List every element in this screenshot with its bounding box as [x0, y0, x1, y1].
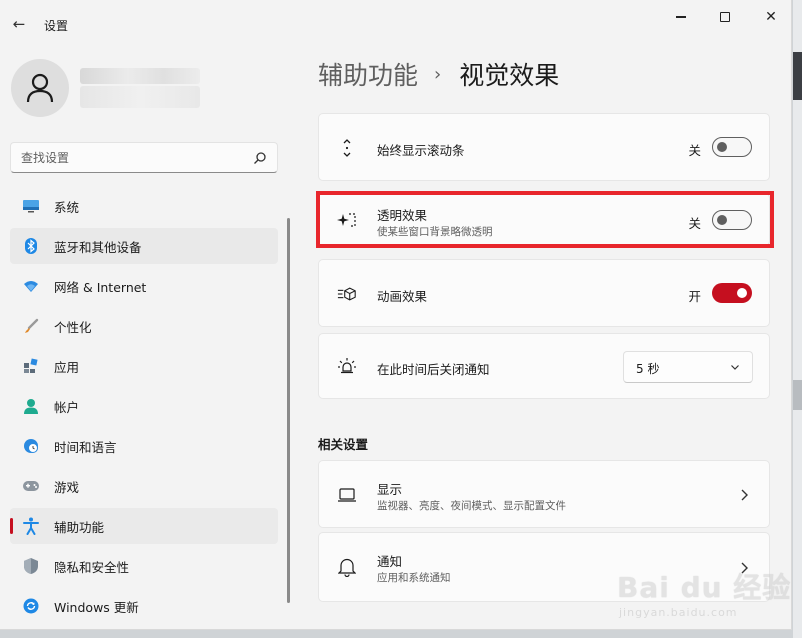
sidebar-item-label: 隐私和安全性	[54, 559, 130, 575]
sidebar-item-label: 个性化	[54, 319, 92, 335]
setting-scrollbars-card: 始终显示滚动条 关	[318, 113, 770, 181]
setting-title: 通知	[377, 554, 403, 569]
avatar[interactable]	[11, 59, 69, 117]
gamepad-icon	[22, 477, 40, 495]
sidebar-item-accessibility[interactable]: 辅助功能	[10, 508, 278, 544]
minimize-icon	[676, 16, 686, 18]
setting-title: 显示	[377, 482, 403, 497]
sidebar-scrollbar[interactable]	[287, 218, 290, 603]
apps-icon	[22, 357, 40, 375]
app-title: 设置	[44, 19, 69, 33]
sidebar-item-label: 游戏	[54, 479, 80, 495]
accessibility-icon	[22, 517, 40, 535]
setting-title: 始终显示滚动条	[377, 143, 465, 158]
chevron-right-icon	[741, 489, 748, 501]
maximize-icon	[720, 12, 730, 22]
monitor-icon	[22, 197, 40, 215]
sidebar-item-label: 网络 & Internet	[54, 279, 147, 295]
watermark-url: jingyan.baidu.com	[619, 606, 738, 619]
sidebar-nav: 系统 蓝牙和其他设备 网络 & Internet 个性化 应用 帐户 时间和语言…	[10, 188, 278, 628]
background-strip-dark	[793, 52, 802, 100]
sidebar-item-bluetooth[interactable]: 蓝牙和其他设备	[10, 228, 278, 264]
setting-animation-card: 动画效果 开	[318, 259, 770, 327]
dismiss-time-dropdown[interactable]: 5 秒	[623, 351, 753, 383]
maximize-button[interactable]	[702, 6, 748, 28]
related-display-card[interactable]: 显示 监视器、亮度、夜间模式、显示配置文件	[318, 460, 770, 528]
setting-dismiss-notifications-card: 在此时间后关闭通知 5 秒	[318, 333, 770, 399]
sidebar-item-label: 帐户	[54, 399, 80, 415]
page-title: 视觉效果	[459, 61, 560, 90]
sidebar-item-label: 蓝牙和其他设备	[54, 239, 142, 255]
toggle-knob	[737, 288, 747, 298]
sidebar-item-accounts[interactable]: 帐户	[10, 388, 278, 424]
wifi-icon	[22, 277, 40, 295]
background-strip-light	[793, 380, 802, 410]
scroll-arrows-icon	[337, 138, 357, 158]
account-name-redacted	[80, 68, 200, 84]
watermark-logo-text: Bai du 经验	[617, 571, 792, 604]
sidebar-item-windows-update[interactable]: Windows 更新	[10, 588, 278, 624]
shield-icon	[22, 557, 40, 575]
sidebar-item-label: 系统	[54, 199, 80, 215]
close-button[interactable]: ✕	[748, 6, 791, 28]
setting-title: 动画效果	[377, 289, 428, 304]
back-arrow-icon: ←	[12, 15, 26, 33]
breadcrumb: 辅助功能 › 视觉效果	[318, 56, 559, 92]
update-icon	[22, 597, 40, 615]
breadcrumb-parent[interactable]: 辅助功能	[318, 56, 418, 92]
sidebar-item-personalization[interactable]: 个性化	[10, 308, 278, 344]
settings-window: ← 设置 ✕ 系统 蓝牙和其他设备	[0, 0, 792, 630]
account-email-redacted	[80, 86, 200, 108]
toggle-state-label: 开	[688, 289, 701, 304]
chevron-down-icon	[731, 365, 739, 370]
minimize-button[interactable]	[658, 6, 704, 28]
background-window-strip	[793, 0, 802, 638]
sidebar-item-network[interactable]: 网络 & Internet	[10, 268, 278, 304]
search-icon[interactable]	[253, 151, 267, 165]
animation-toggle[interactable]	[712, 283, 752, 303]
related-settings-heading: 相关设置	[318, 437, 369, 452]
sidebar-item-gaming[interactable]: 游戏	[10, 468, 278, 504]
dropdown-value: 5 秒	[636, 362, 660, 376]
animation-icon	[337, 284, 357, 304]
sidebar-item-apps[interactable]: 应用	[10, 348, 278, 384]
sidebar-item-label: Windows 更新	[54, 599, 139, 615]
toggle-state-label: 关	[688, 143, 701, 158]
person-icon	[26, 73, 54, 103]
person-icon	[22, 397, 40, 415]
selection-indicator	[10, 518, 13, 534]
sidebar-item-system[interactable]: 系统	[10, 188, 278, 224]
scrollbars-toggle[interactable]	[712, 137, 752, 157]
toggle-knob	[717, 142, 727, 152]
back-button[interactable]: ←	[10, 15, 28, 33]
setting-title: 在此时间后关闭通知	[377, 362, 490, 377]
setting-subtitle: 监视器、亮度、夜间模式、显示配置文件	[377, 500, 566, 512]
bell-icon	[337, 557, 357, 577]
sidebar-item-time-language[interactable]: 时间和语言	[10, 428, 278, 464]
brush-icon	[22, 317, 40, 335]
highlight-box	[316, 191, 774, 248]
globe-clock-icon	[22, 437, 40, 455]
close-icon: ✕	[765, 9, 777, 25]
sidebar-item-label: 辅助功能	[54, 519, 105, 535]
search-input[interactable]	[21, 149, 241, 167]
bluetooth-icon	[22, 237, 40, 255]
search-box[interactable]	[10, 142, 278, 173]
sidebar-item-label: 时间和语言	[54, 439, 117, 455]
timer-bell-icon	[337, 357, 357, 377]
sidebar-item-privacy[interactable]: 隐私和安全性	[10, 548, 278, 584]
laptop-icon	[337, 485, 357, 505]
sidebar-item-label: 应用	[54, 359, 80, 375]
baidu-jingyan-watermark: Bai du 经验 jingyan.baidu.com	[617, 566, 792, 628]
breadcrumb-separator: ›	[434, 63, 442, 85]
setting-subtitle: 应用和系统通知	[377, 572, 451, 584]
